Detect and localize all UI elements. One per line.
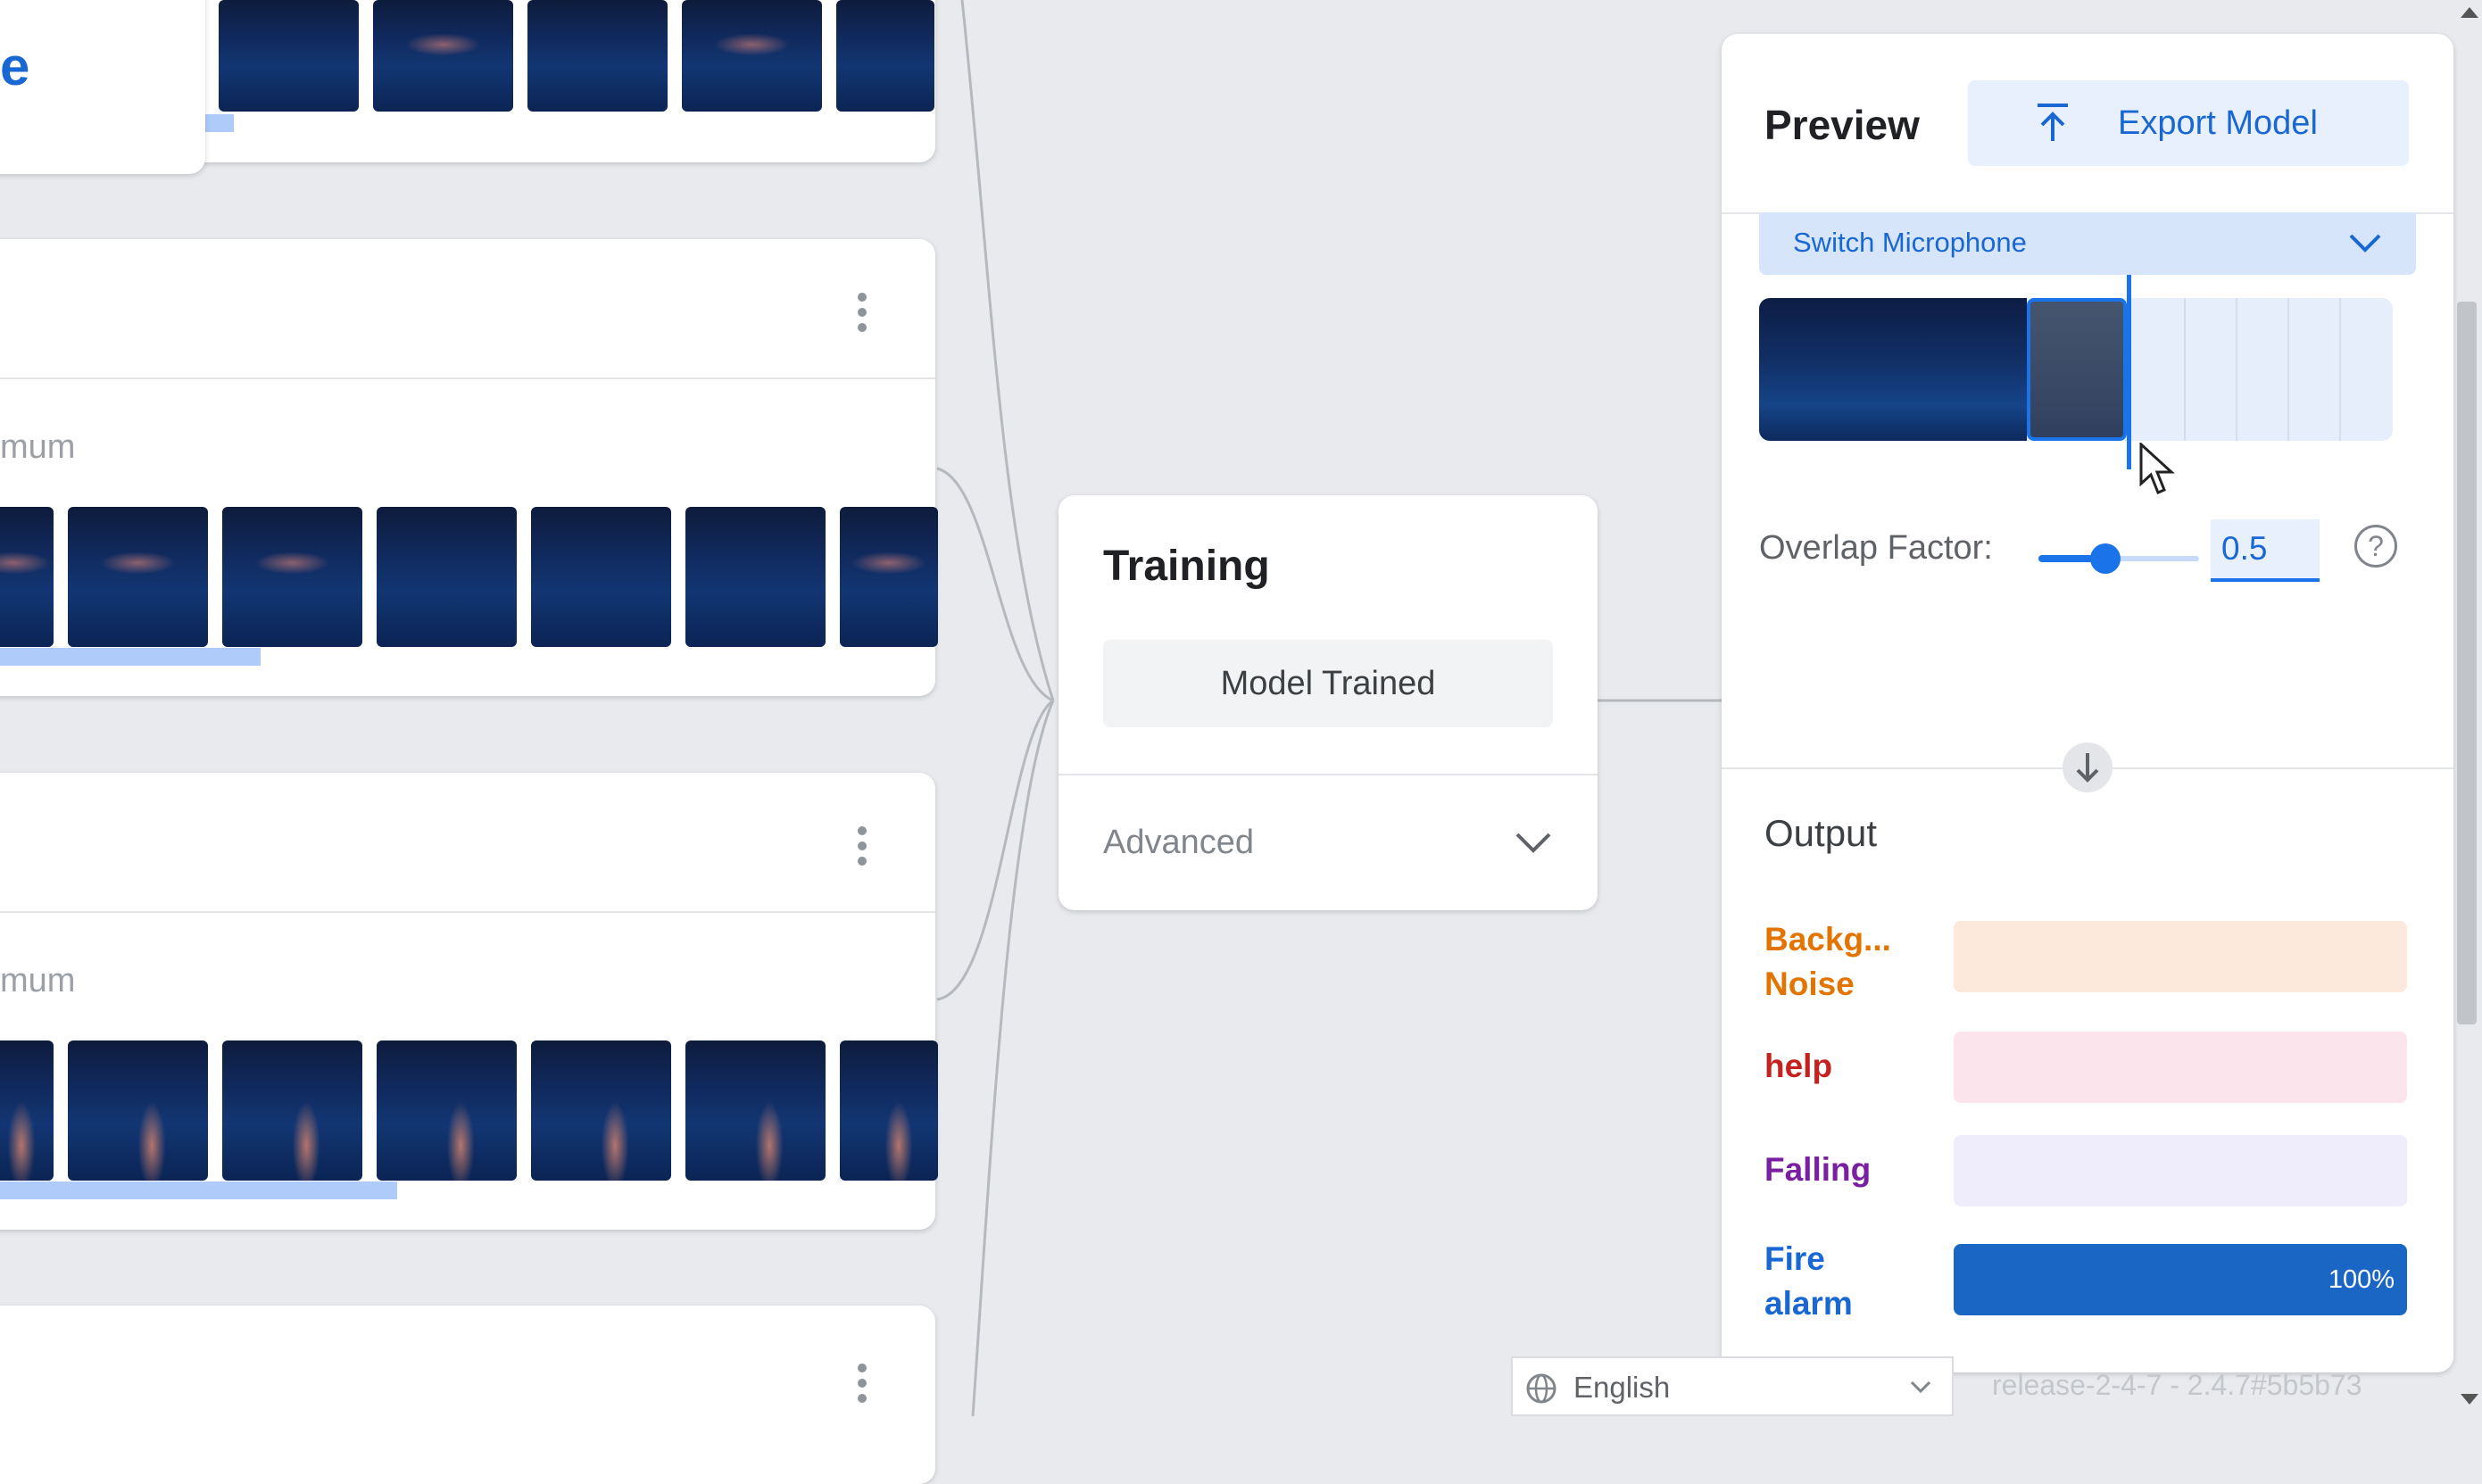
confidence-bar — [1954, 1032, 2407, 1103]
class-card: mum — [0, 239, 938, 696]
samples-scrollbar[interactable] — [0, 1181, 397, 1199]
training-title: Training — [1103, 543, 1270, 590]
project-title-card: e — [0, 0, 205, 174]
playhead — [2127, 275, 2131, 469]
scroll-up-arrow[interactable] — [2461, 7, 2478, 18]
export-model-label: Export Model — [2118, 104, 2318, 142]
overlap-value: 0.5 — [2221, 530, 2268, 567]
preview-title: Preview — [1764, 102, 1920, 148]
preview-panel: Preview Export Model Switch Microphone O… — [1722, 34, 2453, 1372]
more-vert-icon[interactable] — [857, 293, 867, 338]
output-title: Output — [1764, 812, 1878, 854]
slider-thumb[interactable] — [2089, 543, 2121, 574]
sample-thumbnail[interactable] — [222, 507, 362, 647]
chevron-down-icon — [1910, 1380, 1931, 1394]
output-class-label: Fire alarm — [1764, 1240, 1853, 1322]
version-label: release-2-4-7 - 2.4.7#5b5b73 — [1992, 1369, 2362, 1401]
confidence-bar — [1954, 1135, 2407, 1206]
sample-thumbnail[interactable] — [682, 0, 822, 112]
sample-thumbnail[interactable] — [373, 0, 513, 112]
export-model-button[interactable]: Export Model — [1968, 80, 2409, 166]
scroll-down-arrow[interactable] — [2461, 1394, 2478, 1405]
sample-thumbnail[interactable] — [68, 1040, 208, 1181]
sample-thumbnail[interactable] — [377, 1040, 517, 1181]
min-samples-label: mum — [0, 962, 76, 999]
help-icon[interactable]: ? — [2354, 525, 2397, 568]
project-title: e — [0, 37, 30, 96]
sample-thumbnail[interactable] — [222, 1040, 362, 1181]
language-select[interactable]: English — [1511, 1356, 1954, 1416]
advanced-label: Advanced — [1103, 824, 1255, 861]
output-class-label: Falling — [1764, 1151, 1872, 1188]
sample-thumbnail[interactable] — [531, 1040, 671, 1181]
overlap-slider[interactable] — [2038, 543, 2199, 574]
sample-thumbnail[interactable] — [685, 507, 826, 647]
output-class-label: Backg... Noise — [1764, 921, 1891, 1002]
chevron-down-icon — [1515, 833, 1551, 853]
globe-icon — [1526, 1373, 1556, 1404]
output-row: Fire alarm 100% — [1764, 1237, 2425, 1335]
upload-icon — [2038, 104, 2068, 141]
samples-scrollbar[interactable] — [0, 648, 261, 666]
sample-thumbnail[interactable] — [840, 507, 938, 647]
output-row: help — [1764, 1032, 2425, 1112]
sample-thumbnail[interactable] — [685, 1040, 826, 1181]
model-trained-label: Model Trained — [1220, 664, 1436, 702]
chevron-down-icon — [2349, 234, 2381, 253]
sample-thumbnail[interactable] — [840, 1040, 938, 1181]
switch-microphone-label: Switch Microphone — [1793, 227, 2027, 258]
more-vert-icon[interactable] — [857, 826, 867, 872]
training-card: Training Model Trained Advanced — [1058, 495, 1598, 910]
sample-thumbnail[interactable] — [531, 507, 671, 647]
sample-thumbnail[interactable] — [0, 1040, 54, 1181]
sample-thumbnail[interactable] — [377, 507, 517, 647]
class-card — [0, 1306, 935, 1484]
overlap-value-input[interactable]: 0.5 — [2211, 519, 2320, 582]
confidence-bar — [1954, 921, 2407, 992]
divider — [1058, 774, 1598, 775]
class-card: mum — [0, 773, 938, 1230]
sample-thumbnail[interactable] — [527, 0, 668, 112]
model-trained-button[interactable]: Model Trained — [1103, 640, 1553, 727]
page-scrollbar[interactable] — [2457, 302, 2477, 1024]
sample-thumbnail[interactable] — [68, 507, 208, 647]
output-row: Falling — [1764, 1135, 2425, 1215]
more-vert-icon[interactable] — [857, 1364, 867, 1409]
sample-thumbnail[interactable] — [0, 507, 54, 647]
overlap-factor-label: Overlap Factor: — [1759, 529, 1993, 567]
confidence-bar: 100% — [1954, 1244, 2407, 1315]
output-class-label: help — [1764, 1048, 1833, 1084]
output-row: Backg... Noise — [1764, 917, 2425, 1016]
arrow-down-icon — [2063, 742, 2113, 792]
live-spectrogram — [1759, 298, 2393, 441]
confidence-value: 100% — [2328, 1265, 2395, 1294]
sample-thumbnail[interactable] — [836, 0, 934, 112]
spectrogram-window — [2027, 298, 2127, 441]
divider — [0, 377, 935, 379]
advanced-toggle[interactable]: Advanced — [1103, 808, 1553, 879]
min-samples-label: mum — [0, 428, 76, 466]
sample-thumbnail[interactable] — [219, 0, 359, 112]
cursor-icon — [2139, 443, 2175, 494]
divider — [0, 911, 935, 913]
language-label: English — [1573, 1371, 1671, 1404]
switch-microphone-select[interactable]: Switch Microphone — [1759, 212, 2416, 275]
